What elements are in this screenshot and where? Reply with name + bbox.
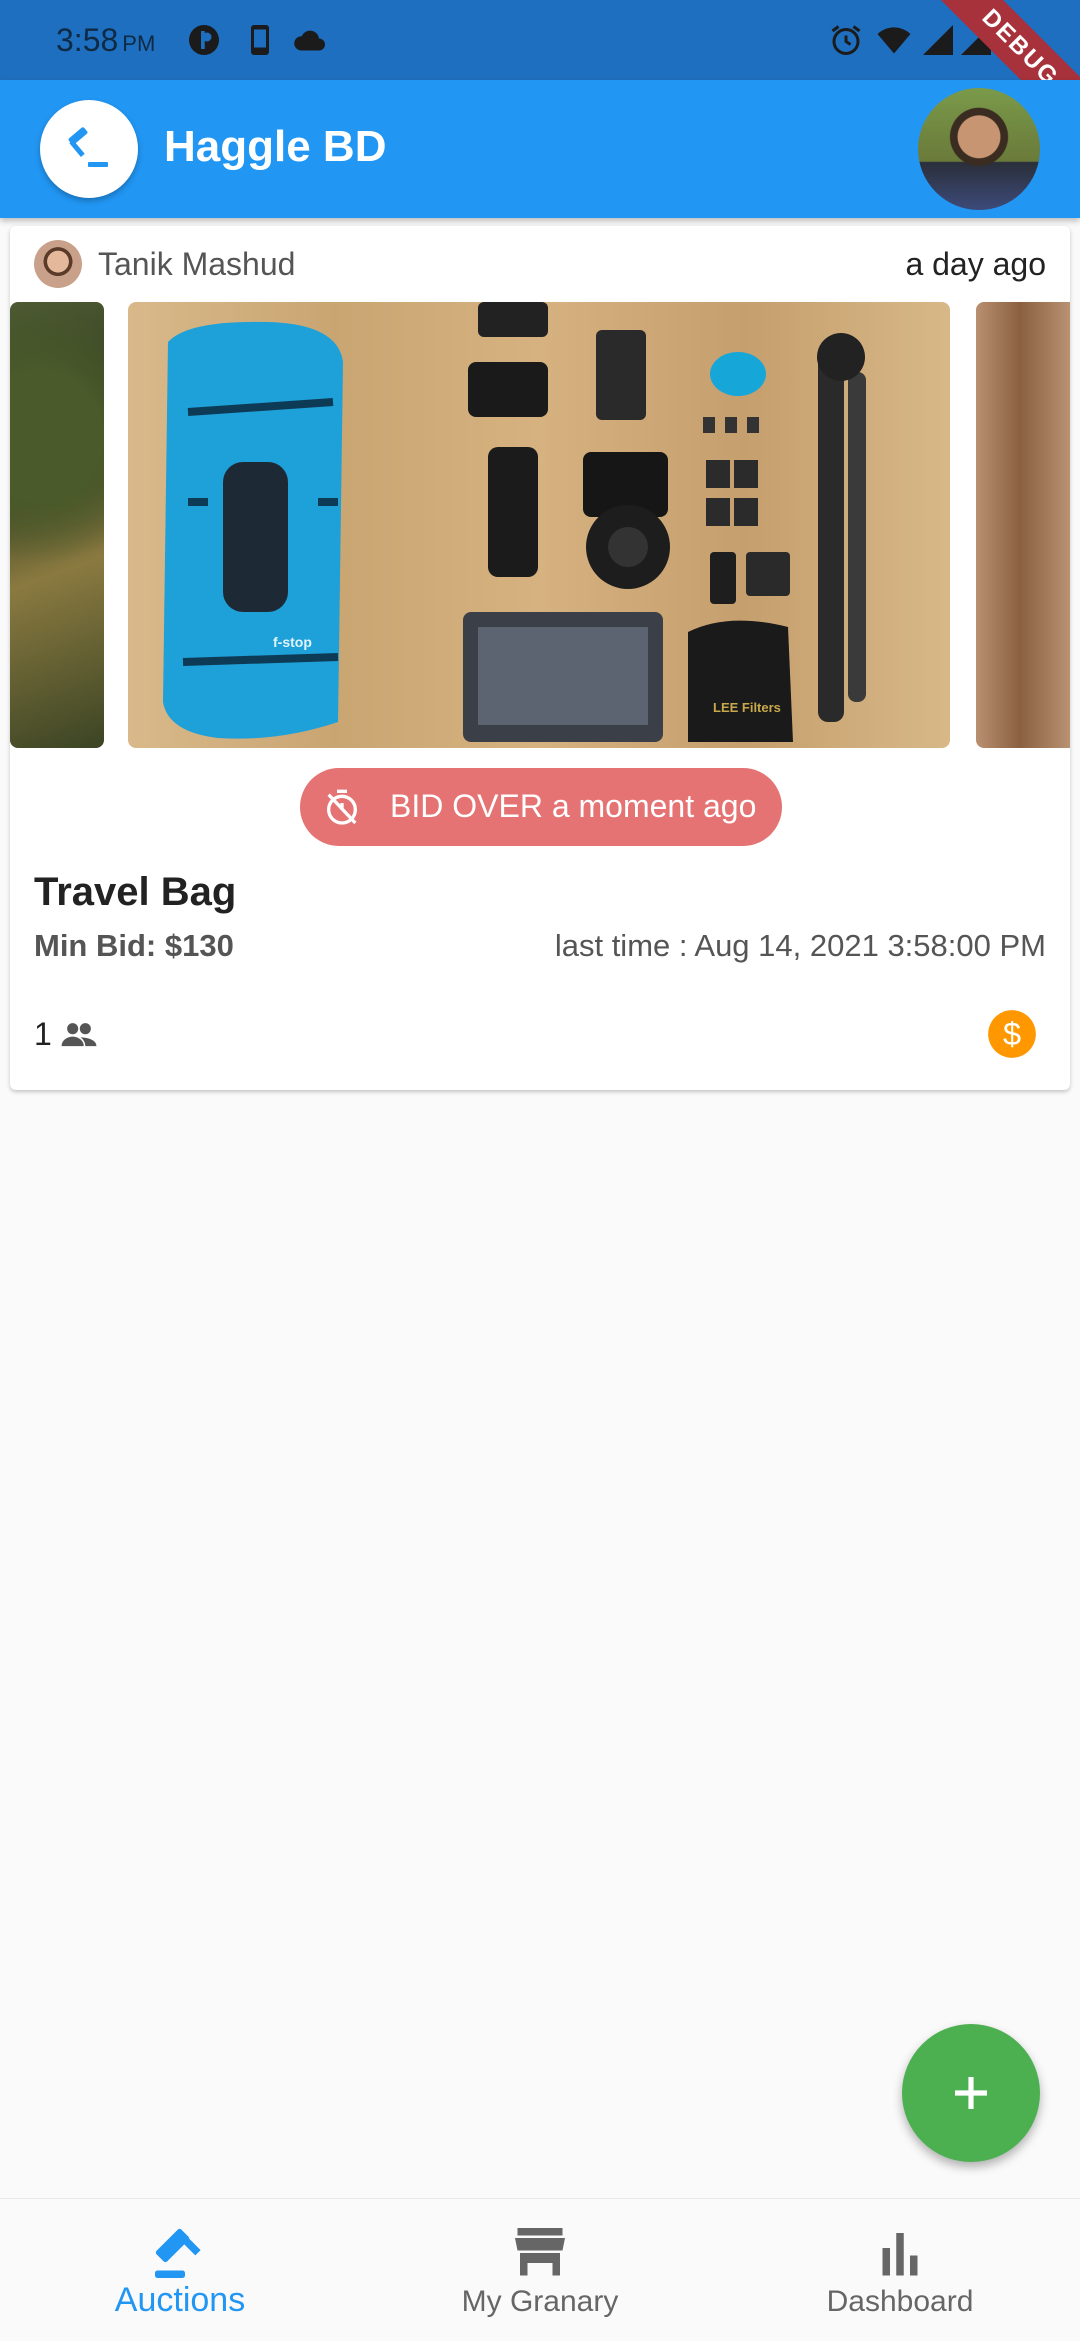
bidder-count: 1 [34,1016,52,1052]
carousel-image-next[interactable] [976,302,1070,748]
auction-card[interactable]: Tanik Mashud a day ago LEE Filters f-sto… [10,226,1070,1090]
wifi-icon [877,27,911,54]
bar-chart-icon [882,2233,918,2276]
plus-icon [955,2077,987,2109]
seller-avatar[interactable] [34,240,82,288]
dollar-coin-icon[interactable]: $ [986,1008,1038,1060]
min-bid: Min Bid: $130 [34,928,234,963]
store-icon [515,2228,565,2276]
nav-dashboard[interactable]: Dashboard [720,2199,1080,2341]
gavel-icon [155,2228,201,2278]
svg-text:LEE Filters: LEE Filters [713,700,781,715]
bid-status-text: BID OVER a moment ago [390,788,757,824]
last-bid-time: last time : Aug 14, 2021 3:58:00 PM [554,928,1046,963]
nav-my-granary-label: My Granary [461,2285,619,2318]
posted-time: a day ago [905,246,1046,282]
signal-icon [923,25,953,55]
people-icon [61,1023,97,1047]
svg-text:$: $ [1003,1016,1021,1052]
nav-auctions[interactable]: Auctions [0,2199,360,2341]
app-bar: Haggle BD [0,80,1080,218]
product-photo: LEE Filters f-stop [163,302,866,742]
svg-text:f-stop: f-stop [273,634,312,650]
app-notification-icon [189,25,219,55]
nav-dashboard-label: Dashboard [826,2285,974,2318]
status-time-ampm: PM [122,31,156,56]
nav-my-granary[interactable]: My Granary [360,2199,720,2341]
status-time: 3:58 PM [56,22,155,59]
image-carousel[interactable]: LEE Filters f-stop [10,302,1070,748]
phone-notification-icon [251,25,269,55]
nav-auctions-label: Auctions [114,2281,246,2319]
seller-name: Tanik Mashud [98,246,296,282]
add-auction-button[interactable] [902,2024,1040,2162]
bid-status-badge: BID OVER a moment ago [300,768,782,846]
gavel-logo-icon [68,127,108,167]
cloud-icon [294,30,325,51]
app-title: Haggle BD [164,122,387,171]
bottom-navigation: Auctions My Granary Dashboard [0,2198,1080,2341]
carousel-image-current[interactable]: LEE Filters f-stop [128,302,950,748]
status-bar: 3:58 PM DEBUG [0,0,1080,156]
profile-avatar[interactable] [918,88,1040,210]
item-title: Travel Bag [34,870,237,914]
carousel-image-prev[interactable] [10,302,104,748]
status-time-value: 3:58 [56,22,119,58]
timer-off-icon [327,789,357,825]
alarm-icon [831,25,861,55]
app-logo[interactable] [40,100,138,198]
